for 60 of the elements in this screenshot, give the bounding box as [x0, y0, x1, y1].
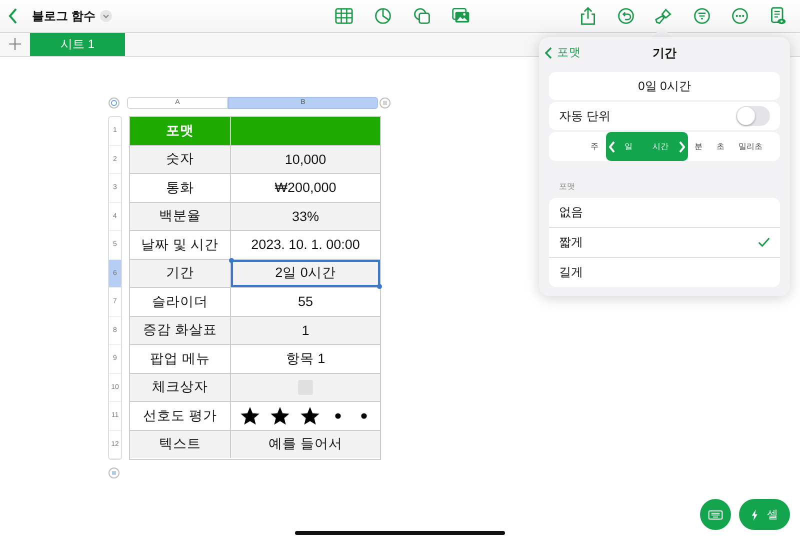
format-option[interactable]: 짧게 [549, 228, 780, 258]
document-title[interactable]: 블로그 함수 [32, 8, 96, 24]
table-cell: 포맷 [130, 117, 231, 144]
sheet-tab[interactable]: 시트 1 [30, 33, 125, 56]
table-cell: 2일 0시간 [231, 260, 380, 287]
table-cell-text: ₩200,000 [274, 179, 338, 198]
table-cell: 10,000 [231, 146, 380, 173]
table-cell-text: 55 [296, 293, 314, 312]
select-table-handle-icon[interactable] [108, 97, 120, 109]
chevron-down-icon[interactable] [100, 10, 112, 22]
table-cell: 33% [231, 202, 380, 230]
table-cell-text: 항목 1 [284, 350, 326, 368]
add-sheet-icon[interactable] [9, 38, 21, 50]
table-cell: 선호도 평가 [130, 402, 231, 430]
table-cell: 팝업 메뉴 [130, 345, 231, 372]
lightning-icon [751, 508, 759, 520]
back-button[interactable]: 포맷 [545, 45, 581, 60]
format-option[interactable]: 없음 [549, 198, 780, 228]
back-icon[interactable] [8, 8, 18, 24]
undo-icon[interactable] [617, 7, 635, 25]
toggle-switch[interactable] [736, 106, 770, 126]
table-cell: 통화 [130, 174, 231, 202]
table-cell: 백분율 [130, 202, 231, 230]
table-cell: 슬라이더 [130, 288, 231, 316]
table-cell: 체크상자 [130, 374, 231, 401]
unit-option[interactable]: 일 [606, 132, 642, 161]
add-row-handle-icon[interactable] [108, 467, 120, 479]
table-cell: 예를 들어서 [231, 430, 380, 458]
popover-title: 기간 [652, 45, 676, 62]
chevron-left-icon[interactable] [545, 46, 552, 58]
unit-option[interactable]: 시간 [642, 132, 688, 161]
table-cell: 1 [231, 316, 380, 344]
keyboard-icon [708, 510, 723, 520]
duration-value: 0일 0시간 [549, 72, 780, 100]
share-icon[interactable] [579, 7, 597, 25]
table-cell: 숫자 [130, 146, 231, 173]
format-option[interactable]: 길게 [549, 258, 780, 287]
document-view-icon[interactable] [769, 7, 787, 25]
unit-option[interactable]: 주 [584, 132, 606, 161]
table-icon[interactable] [335, 7, 354, 25]
table-cell: 기간 [130, 260, 231, 287]
chevron-right-icon[interactable] [678, 140, 684, 152]
chart-icon[interactable] [374, 7, 392, 25]
section-label: 포맷 [559, 181, 576, 192]
table-cell-text: 2023. 10. 1. 00:00 [250, 236, 361, 254]
table-cell: 증감 화살표 [130, 316, 231, 344]
keyboard-button[interactable] [700, 499, 731, 530]
shapes-icon[interactable] [413, 7, 432, 25]
column-resize-handle-icon[interactable] [379, 97, 391, 109]
auto-units-label: 자동 단위 [559, 108, 610, 124]
table-cell: 텍스트 [130, 430, 231, 458]
table-cell: 날짜 및 시간 [130, 231, 231, 258]
cell-button[interactable]: 셀 [739, 499, 790, 530]
unit-option[interactable]: 분 [688, 132, 710, 161]
image-icon[interactable] [452, 7, 470, 25]
paintbrush-icon[interactable] [655, 7, 673, 25]
unit-option[interactable]: 밀리초 [732, 132, 770, 161]
unit-option[interactable]: 초 [710, 132, 732, 161]
more-icon[interactable] [731, 7, 749, 25]
filter-icon[interactable] [693, 7, 711, 25]
